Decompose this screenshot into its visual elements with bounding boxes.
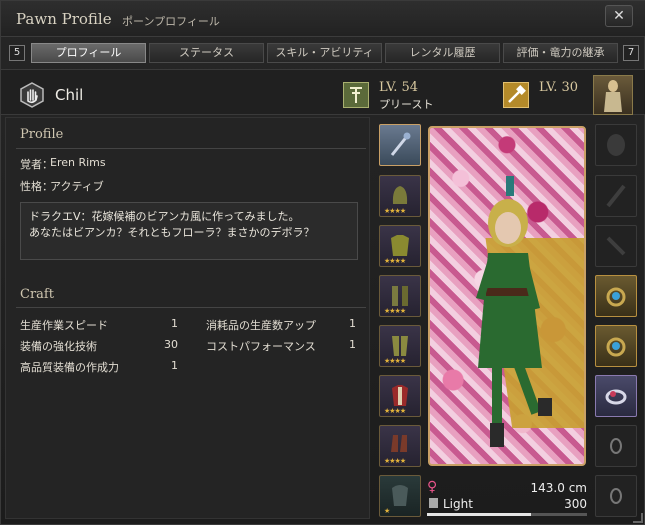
divider (16, 307, 366, 308)
rarity-stars: ★★★★ (384, 207, 406, 215)
equip-slot-empty[interactable] (595, 225, 637, 267)
hammer-icon (503, 82, 529, 108)
prev-tab-key-hint[interactable]: 5 (9, 45, 25, 61)
equip-slot-accessory[interactable] (595, 375, 637, 417)
rarity-stars: ★★★★ (384, 307, 406, 315)
tab-rating[interactable]: 評価・竜力の継承 (503, 43, 618, 63)
equip-slot-boots[interactable]: ★★★★ (379, 425, 421, 467)
rarity-stars: ★ (384, 507, 390, 515)
window-title: Pawn Profile (16, 10, 112, 28)
close-button[interactable]: ✕ (605, 5, 633, 27)
profile-panel: Profile 覚者： Eren Rims 性格： アクティブ ドラクエV：花嫁… (5, 117, 370, 519)
arm-armor-icon (392, 286, 408, 306)
profile-section-title: Profile (20, 127, 64, 142)
craft-section-title: Craft (20, 287, 54, 302)
ring-slot-icon (610, 488, 622, 504)
rarity-stars: ★★★★ (384, 407, 406, 415)
ring-gem-icon (606, 287, 626, 307)
equip-slot-empty[interactable] (595, 475, 637, 517)
pawn-header: Chil LV. 54 プリースト LV. 30 (1, 69, 645, 115)
craft-stat-label: 生産作業スピード (20, 319, 108, 332)
title-bar[interactable]: Pawn Profile ポーンプロフィール ✕ (1, 1, 645, 37)
vocation-level: LV. 54 (379, 80, 419, 95)
priest-staff-icon (343, 82, 369, 108)
master-label: 覚者： (20, 158, 53, 171)
divider (16, 148, 366, 149)
next-tab-key-hint[interactable]: 7 (623, 45, 639, 61)
tab-rental-history[interactable]: レンタル履歴 (385, 43, 500, 63)
tab-bar: 5 プロフィール ステータス スキル・アビリティ レンタル履歴 評価・竜力の継承… (1, 41, 645, 63)
sword-slot-icon (606, 236, 626, 256)
boots-icon (391, 435, 407, 452)
craft-stat-value: 30 (164, 338, 178, 351)
personality-value: アクティブ (50, 180, 104, 193)
tab-skills[interactable]: スキル・アビリティ (267, 43, 382, 63)
tab-profile[interactable]: プロフィール (31, 43, 146, 63)
equip-slot-empty[interactable] (595, 175, 637, 217)
weight-bar-fill (427, 513, 531, 516)
equip-slot-body[interactable]: ★★★★ (379, 225, 421, 267)
clothing-icon (392, 385, 408, 406)
equip-slot-legs[interactable]: ★★★★ (379, 325, 421, 367)
tab-status[interactable]: ステータス (149, 43, 264, 63)
equip-slot-weapon[interactable] (379, 124, 421, 166)
vocation-name: プリースト (379, 98, 434, 111)
pawn-name: Chil (55, 86, 84, 104)
craft-stat-value: 1 (349, 338, 356, 351)
ring-slot-icon (610, 438, 622, 454)
equip-slot-accessory[interactable] (595, 325, 637, 367)
weight-class-label: Light (443, 497, 473, 511)
pawn-character-model (476, 176, 584, 447)
pawn-portrait-thumbnail[interactable] (593, 75, 633, 115)
craft-stat-value: 1 (171, 317, 178, 330)
craft-stat-label: 消耗品の生産数アップ (206, 319, 316, 332)
weight-icon (429, 498, 438, 508)
profile-comment: ドラクエV：花嫁候補のビアンカ風に作ってみました。 あなたはビアンカ？それともフ… (20, 202, 358, 260)
master-value: Eren Rims (50, 156, 106, 169)
close-icon: ✕ (613, 8, 625, 24)
weapon-skill-level: LV. 30 (539, 80, 579, 95)
character-preview[interactable] (428, 126, 586, 466)
resize-grip[interactable] (633, 513, 643, 523)
craft-stat-label: コストパフォーマンス (206, 340, 316, 353)
pawn-profile-window: Pawn Profile ポーンプロフィール ✕ 5 プロフィール ステータス … (0, 0, 645, 525)
equip-slot-arms[interactable]: ★★★★ (379, 275, 421, 317)
weight-value: 300 (564, 497, 587, 511)
equip-slot-accessory[interactable] (595, 275, 637, 317)
window-subtitle: ポーンプロフィール (122, 15, 220, 28)
hand-shield-icon (20, 82, 44, 108)
cloak-icon (392, 485, 408, 506)
rarity-stars: ★★★★ (384, 457, 406, 465)
equip-slot-head[interactable]: ★★★★ (379, 175, 421, 217)
shield-slot-icon (607, 134, 625, 156)
female-icon: ♀ (427, 479, 438, 495)
equip-slot-empty[interactable] (595, 124, 637, 166)
body-armor-icon (391, 235, 409, 256)
weight-bar (427, 513, 587, 516)
ring-gem-icon (606, 337, 626, 357)
height-value: 143.0 cm (530, 481, 587, 495)
craft-stat-label: 装備の強化技術 (20, 340, 97, 353)
leg-armor-icon (392, 336, 408, 356)
comment-line: あなたはビアンカ？それともフローラ？まさかのデボラ？ (29, 226, 315, 239)
head-armor-icon (392, 186, 408, 204)
staff-icon (390, 132, 411, 156)
rarity-stars: ★★★★ (384, 257, 406, 265)
equip-slot-cloak[interactable]: ★ (379, 475, 421, 517)
bow-slot-icon (606, 184, 626, 208)
equip-slot-clothing[interactable]: ★★★★ (379, 375, 421, 417)
rarity-stars: ★★★★ (384, 357, 406, 365)
equip-slot-empty[interactable] (595, 425, 637, 467)
ring-gem-icon (605, 389, 627, 405)
craft-stat-label: 高品質装備の作成力 (20, 361, 119, 374)
craft-stat-value: 1 (349, 317, 356, 330)
comment-line: ドラクエV：花嫁候補のビアンカ風に作ってみました。 (29, 210, 300, 223)
craft-stat-value: 1 (171, 359, 178, 372)
personality-label: 性格： (20, 180, 53, 193)
